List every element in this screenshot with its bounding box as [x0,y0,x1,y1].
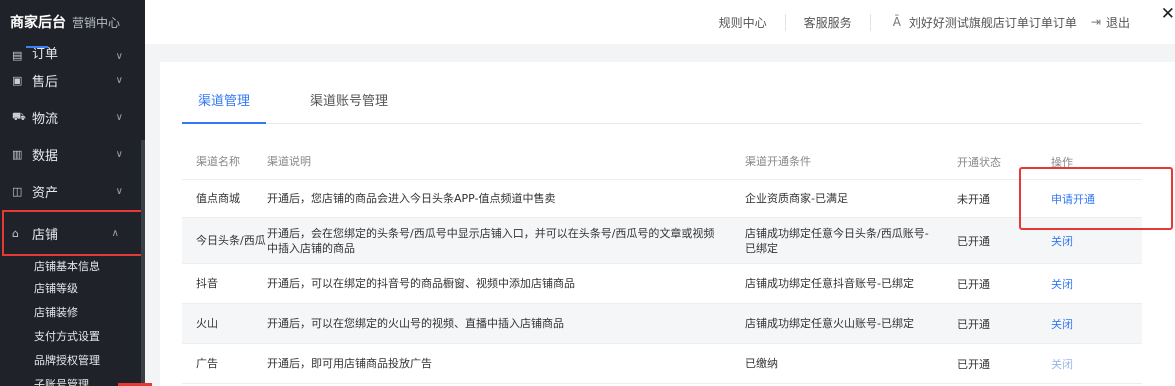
table-row: 抖音 开通后，可以在绑定的抖音号的商品橱窗、视频中添加店铺商品 店铺成功绑定任意… [182,264,1142,304]
asset-icon: ◫ [12,185,23,198]
logout-button[interactable]: ⇥ 退出 [1091,14,1130,31]
user-name: 刘好好测试旗舰店订单订单订单 [908,15,1077,30]
column-header-condition: 渠道开通条件 [745,155,811,168]
sidebar-item-order[interactable]: ▤ 订单 ∨ [0,44,145,62]
channel-condition: 企业资质商家-已满足 [745,192,848,205]
table-row: 值点商城 开通后，您店铺的商品会进入今日头条APP-值点频道中售卖 企业资质商家… [182,180,1142,218]
channel-status: 已开通 [957,234,990,248]
sidebar-subitem-shop-decoration[interactable]: 店铺装修 [0,300,145,324]
tab-bar: 渠道管理 渠道账号管理 [182,90,1142,124]
brand: 商家后台 营销中心 [0,0,145,44]
table-row: 今日头条/西瓜 开通后，会在您绑定的头条号/西瓜号中显示店铺入口，并可以在头条号… [182,218,1142,264]
chevron-down-icon: ∨ [115,75,123,86]
tab-channel-management[interactable]: 渠道管理 [182,90,267,124]
table-row: 广告 开通后，即可用店铺商品投放广告 已缴纳 已开通 关闭 [182,344,1142,384]
column-header-name: 渠道名称 [196,155,240,168]
tab-channel-account-management[interactable]: 渠道账号管理 [294,90,404,124]
customer-service-link[interactable]: 客服服务 [786,13,871,31]
column-header-description: 渠道说明 [267,155,311,168]
sidebar-subitem-shop-info[interactable]: 店铺基本信息 [0,256,145,276]
chevron-down-icon: ∨ [115,186,123,197]
close-channel-link[interactable]: 关闭 [1051,233,1142,249]
sidebar-item-logistics[interactable]: ⛟ 物流 ∨ [0,99,145,136]
sidebar: 商家后台 营销中心 ▤ 订单 ∨ ▣ 售后 ∨ ⛟ 物流 ∨ ▥ 数据 ∨ ◫ … [0,0,145,386]
chevron-down-icon: ∨ [115,51,123,62]
channel-status: 已开通 [957,357,990,371]
sidebar-item-label: 店铺 [32,227,59,243]
channel-description: 开通后，会在您绑定的头条号/西瓜号中显示店铺入口，并可以在头条号/西瓜号的文章或… [267,226,715,255]
table-header: 渠道名称 渠道说明 渠道开通条件 开通状态 操作 [182,144,1142,180]
brand-subtitle[interactable]: 营销中心 [72,14,120,31]
logout-icon: ⇥ [1090,15,1101,29]
sidebar-item-label: 物流 [32,112,59,127]
sidebar-item-label: 订单 [32,47,59,62]
channel-name: 今日头条/西瓜 [196,234,266,247]
order-icon: ▤ [12,49,23,62]
top-header: 规则中心 客服服务 Ā 刘好好测试旗舰店订单订单订单 ⇥ 退出 ✕ [145,0,1175,44]
sidebar-subitem-payment-settings[interactable]: 支付方式设置 [0,324,145,348]
close-channel-link[interactable]: 关闭 [1051,316,1142,332]
chevron-down-icon: ∨ [115,112,123,123]
channel-status: 已开通 [957,277,990,291]
user-icon: Ā [892,15,901,29]
channel-table: 渠道名称 渠道说明 渠道开通条件 开通状态 操作 值点商城 开通后，您店铺的商品… [182,144,1142,384]
data-icon: ▥ [12,148,23,161]
channel-name: 火山 [196,317,218,330]
close-channel-link[interactable]: 关闭 [1051,276,1142,292]
sidebar-item-label: 售后 [32,75,59,90]
channel-condition: 店铺成功绑定任意抖音账号-已绑定 [745,277,914,290]
channel-condition: 店铺成功绑定任意今日头条/西瓜账号-已绑定 [745,226,929,255]
close-channel-link[interactable]: 关闭 [1051,356,1142,372]
channel-status: 已开通 [957,317,990,331]
logistics-icon: ⛟ [12,110,26,123]
user-menu[interactable]: Ā 刘好好测试旗舰店订单订单订单 [871,14,1091,31]
close-icon[interactable]: ✕ [1161,4,1175,24]
sidebar-scrollbar[interactable] [141,140,145,386]
action-highlight-box [1019,167,1173,230]
channel-name: 值点商城 [196,192,240,205]
channel-condition: 店铺成功绑定任意火山账号-已绑定 [745,317,914,330]
sidebar-item-label: 资产 [32,186,59,201]
table-row: 火山 开通后，可以在您绑定的火山号的视频、直播中插入店铺商品 店铺成功绑定任意火… [182,304,1142,344]
sidebar-item-asset[interactable]: ◫ 资产 ∨ [0,173,145,210]
after-sale-icon: ▣ [12,74,23,87]
channel-description: 开通后，即可用店铺商品投放广告 [267,357,432,370]
channel-name: 抖音 [196,277,218,290]
channel-name: 广告 [196,357,218,370]
brand-title: 商家后台 [10,15,66,31]
sidebar-item-label: 数据 [32,149,59,164]
sidebar-subitem-shop-level[interactable]: 店铺等级 [0,276,145,300]
chevron-down-icon: ∨ [115,149,123,160]
channel-description: 开通后，可以在绑定的抖音号的商品橱窗、视频中添加店铺商品 [267,277,575,290]
channel-description: 开通后，您店铺的商品会进入今日头条APP-值点频道中售卖 [267,192,556,205]
sidebar-item-shop[interactable]: ⌂ 店铺 ∧ [2,210,143,256]
logout-label: 退出 [1105,15,1130,30]
sidebar-item-data[interactable]: ▥ 数据 ∨ [0,136,145,173]
chevron-up-icon: ∧ [111,227,119,239]
sidebar-item-after-sale[interactable]: ▣ 售后 ∨ [0,62,145,99]
shop-icon: ⌂ [12,226,19,240]
channel-description: 开通后，可以在您绑定的火山号的视频、直播中插入店铺商品 [267,317,564,330]
sidebar-subitem-brand-authorization[interactable]: 品牌授权管理 [0,348,145,372]
channel-condition: 已缴纳 [745,357,778,370]
rules-center-link[interactable]: 规则中心 [701,13,786,31]
